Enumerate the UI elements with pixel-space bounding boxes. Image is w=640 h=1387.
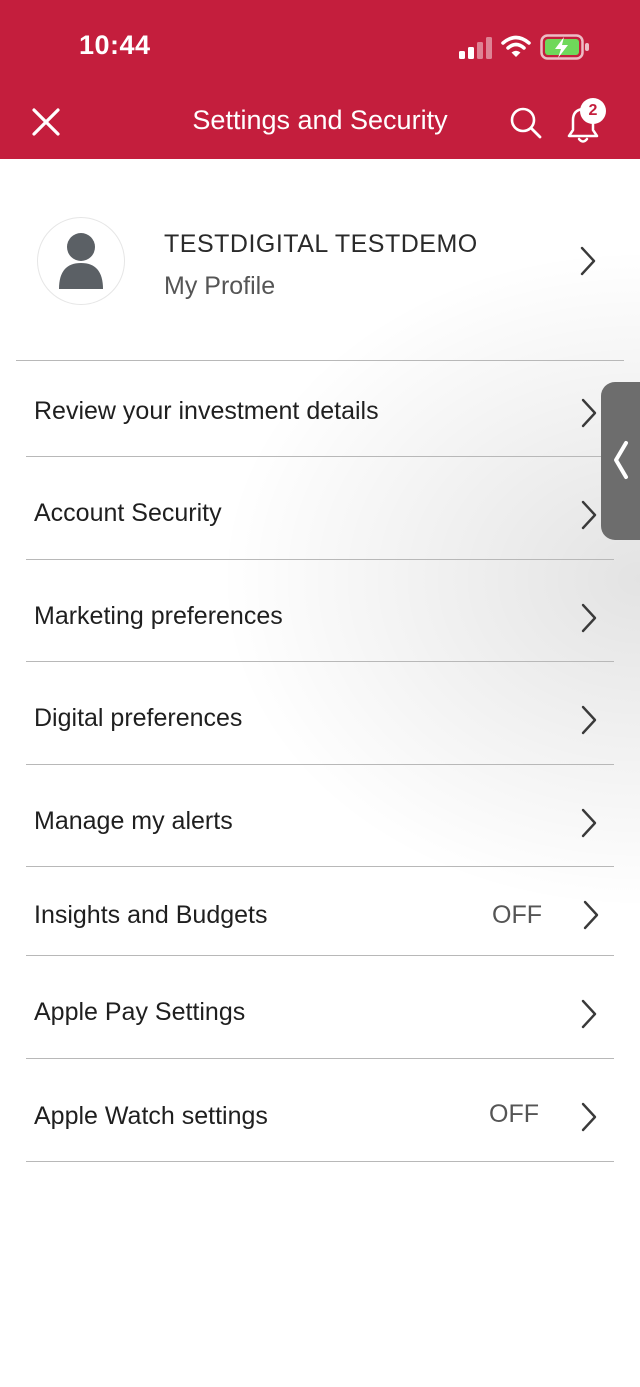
chevron-right-icon [581, 705, 597, 735]
menu-item-manage-my-alerts[interactable]: Manage my alerts [26, 765, 614, 867]
profile-subtitle: My Profile [164, 272, 276, 300]
menu-item-marketing-preferences[interactable]: Marketing preferences [26, 560, 614, 662]
menu-item-apple-watch-settings[interactable]: Apple Watch settings OFF [26, 1059, 614, 1162]
profile-row[interactable]: TESTDIGITAL TESTDEMO My Profile [16, 200, 624, 320]
chevron-right-icon [581, 1102, 597, 1132]
chevron-right-icon [581, 603, 597, 633]
app-header: 10:44 Settings and Security 2 [0, 0, 640, 159]
chevron-right-icon [583, 900, 599, 930]
avatar [37, 217, 125, 305]
cellular-signal-icon [459, 37, 492, 59]
search-icon[interactable] [507, 104, 545, 142]
status-value: OFF [489, 1100, 539, 1128]
status-time: 10:44 [79, 30, 151, 60]
status-value: OFF [492, 901, 542, 929]
close-icon[interactable] [26, 102, 66, 142]
chevron-right-icon [581, 808, 597, 838]
menu-item-label: Marketing preferences [34, 602, 283, 630]
menu-item-label: Review your investment details [34, 397, 379, 425]
profile-name: TESTDIGITAL TESTDEMO [164, 230, 478, 258]
chevron-right-icon [581, 999, 597, 1029]
notification-badge: 2 [580, 98, 606, 124]
wifi-icon [501, 35, 531, 57]
menu-item-digital-preferences[interactable]: Digital preferences [26, 662, 614, 765]
menu-item-insights-and-budgets[interactable]: Insights and Budgets OFF [26, 867, 614, 956]
menu-item-account-security[interactable]: Account Security [26, 457, 614, 560]
chevron-left-icon [614, 441, 628, 479]
menu-item-label: Apple Pay Settings [34, 998, 246, 1026]
menu-item-review-investment-details[interactable]: Review your investment details [26, 361, 614, 457]
menu-item-label: Digital preferences [34, 704, 243, 732]
chevron-right-icon [580, 246, 596, 276]
chevron-right-icon [581, 398, 597, 428]
menu-item-label: Apple Watch settings [34, 1102, 268, 1130]
person-avatar-icon [59, 233, 103, 289]
menu-item-label: Insights and Budgets [34, 901, 268, 929]
menu-item-label: Account Security [34, 499, 222, 527]
chevron-right-icon [581, 500, 597, 530]
menu-item-apple-pay-settings[interactable]: Apple Pay Settings [26, 956, 614, 1059]
battery-charging-icon [540, 34, 589, 60]
side-panel-tab[interactable] [601, 382, 640, 540]
menu-item-label: Manage my alerts [34, 807, 233, 835]
divider [26, 1161, 614, 1162]
